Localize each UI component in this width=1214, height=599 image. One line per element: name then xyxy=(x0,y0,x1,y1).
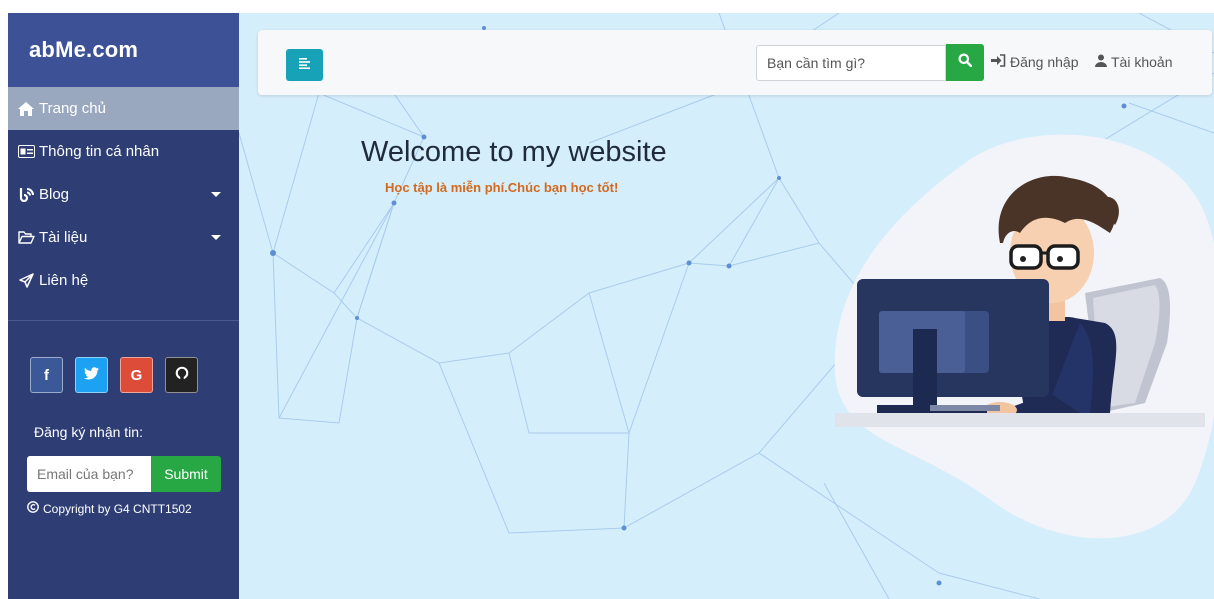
paper-plane-icon xyxy=(16,273,36,288)
search-button[interactable] xyxy=(946,44,984,81)
copyright-text: Copyright by G4 CNTT1502 xyxy=(43,501,192,516)
chevron-down-icon xyxy=(211,192,221,197)
facebook-icon: f xyxy=(44,366,49,384)
google-icon: G xyxy=(130,366,143,384)
sidebar-item-label: Trang chủ xyxy=(39,100,106,117)
sidebar-divider xyxy=(8,320,239,321)
github-button[interactable] xyxy=(165,357,198,393)
id-card-icon xyxy=(16,145,36,158)
sidebar-item-label: Tài liệu xyxy=(39,229,88,246)
login-label: Đăng nhập xyxy=(1010,54,1079,70)
sidebar-item-profile[interactable]: Thông tin cá nhân xyxy=(8,130,239,173)
account-label: Tài khoản xyxy=(1111,54,1173,70)
search-icon xyxy=(958,53,973,72)
sidebar-item-home[interactable]: Trang chủ xyxy=(8,87,239,130)
menu-toggle-button[interactable] xyxy=(286,49,323,81)
folder-open-icon xyxy=(16,231,36,244)
hero-tagline: Học tập là miễn phí.Chúc bạn học tốt! xyxy=(385,180,619,195)
sidebar-item-label: Thông tin cá nhân xyxy=(39,143,160,160)
google-button[interactable]: G xyxy=(120,357,153,393)
developer-illustration xyxy=(834,134,1214,539)
subscribe-label: Đăng ký nhận tin: xyxy=(34,424,143,440)
hero-title: Welcome to my website xyxy=(361,136,667,168)
search-input[interactable] xyxy=(756,45,946,81)
menu-icon xyxy=(298,56,311,74)
sidebar-item-label: Liên hệ xyxy=(39,272,89,289)
sidebar-item-contact[interactable]: Liên hệ xyxy=(8,259,239,302)
sign-in-icon xyxy=(991,54,1006,70)
twitter-icon xyxy=(84,366,99,384)
login-link[interactable]: Đăng nhập xyxy=(991,54,1079,70)
email-input[interactable] xyxy=(27,456,151,492)
copyright-icon xyxy=(27,501,39,516)
account-link[interactable]: Tài khoản xyxy=(1095,54,1172,70)
sidebar-item-label: Blog xyxy=(39,186,70,203)
blog-icon xyxy=(16,187,36,202)
top-navbar: Đăng nhập Tài khoản xyxy=(258,30,1212,95)
sidebar-item-blog[interactable]: Blog xyxy=(8,173,239,216)
github-icon xyxy=(175,366,189,384)
site-logo[interactable]: abMe.com xyxy=(8,13,239,87)
user-icon xyxy=(1095,54,1107,70)
facebook-button[interactable]: f xyxy=(30,357,63,393)
submit-button[interactable]: Submit xyxy=(151,456,221,492)
twitter-button[interactable] xyxy=(75,357,108,393)
sidebar: abMe.com Trang chủ Thông tin cá nhân Blo… xyxy=(8,13,239,599)
social-links: f G xyxy=(30,357,198,393)
sidebar-item-documents[interactable]: Tài liệu xyxy=(8,216,239,259)
main-content: Đăng nhập Tài khoản Welcome to my websit… xyxy=(239,13,1214,599)
copyright: Copyright by G4 CNTT1502 xyxy=(27,501,192,516)
home-icon xyxy=(16,101,36,116)
subscribe-form: Submit xyxy=(27,456,221,492)
chevron-down-icon xyxy=(211,235,221,240)
